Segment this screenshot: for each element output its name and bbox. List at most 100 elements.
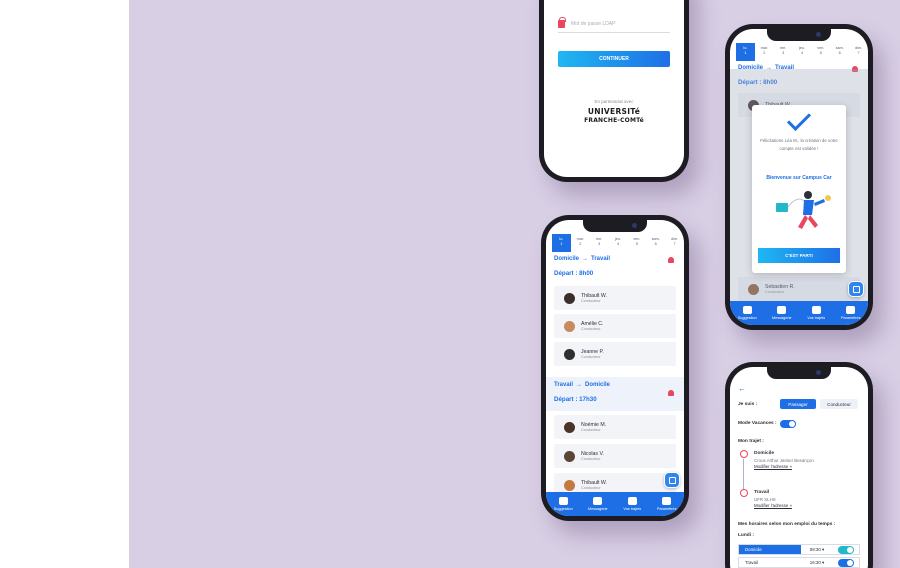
chat-icon xyxy=(593,497,603,505)
phone-preferences: ← Je suis : Passager Conducteur Mode Vac… xyxy=(725,362,873,568)
driver-row[interactable]: Jeanne P. Conducteur xyxy=(554,342,676,366)
day-number: 1 xyxy=(560,242,563,246)
stop2-address: UFR SLHS xyxy=(754,497,776,502)
driver-info: Amélie C. Conducteur xyxy=(581,321,604,332)
back-arrow-icon[interactable]: ← xyxy=(738,385,746,393)
driver-row[interactable]: Amélie C. Conducteur xyxy=(554,314,676,338)
route-to: Travail xyxy=(591,256,611,262)
avatar xyxy=(564,292,575,304)
edit-stop2-link[interactable]: Modifier l'adresse » xyxy=(754,503,792,508)
vacation-switch[interactable] xyxy=(780,420,796,428)
day-tab[interactable]: sam. 6 xyxy=(646,234,665,252)
day-tab[interactable]: dim. 7 xyxy=(849,43,868,61)
day-tab[interactable]: jeu. 4 xyxy=(793,43,812,61)
day-tab[interactable]: ven. 5 xyxy=(811,43,830,61)
driver-info: Thibault W. Conducteur xyxy=(581,480,607,491)
calendar-fab-icon[interactable] xyxy=(848,281,864,297)
checkmark-icon xyxy=(786,106,812,132)
continue-button[interactable]: CONTINUER xyxy=(558,51,670,67)
camera-dot xyxy=(816,32,821,37)
day-tab[interactable]: mar. 2 xyxy=(755,43,774,61)
driver-info: Nicolas V. Conducteur xyxy=(581,451,604,462)
day-tab[interactable]: dim. 7 xyxy=(665,234,684,252)
tab-label: Vos trajets xyxy=(623,507,642,511)
tab-road[interactable]: Suggestion xyxy=(730,301,765,325)
day-number: 6 xyxy=(838,51,841,55)
bottom-tab-bar: Suggestion Messagerie Vos trajets Paramètre… xyxy=(730,301,868,325)
stop2-title: Travail xyxy=(754,490,770,495)
password-field[interactable]: Mot de passe LDAP xyxy=(558,15,670,33)
day-tab[interactable]: jeu. 4 xyxy=(609,234,628,252)
driver-toggle[interactable]: Conducteur xyxy=(820,399,858,409)
driver-row[interactable]: Noémie M. Conducteur xyxy=(554,415,676,439)
university-logo: UNIVERSITé FRANCHE-COMTé xyxy=(544,107,684,125)
driver-name: Jeanne P. xyxy=(581,348,604,355)
notch xyxy=(583,220,647,232)
tab-label: Suggestion xyxy=(553,507,573,511)
driver-row[interactable]: Thibault W. Conducteur xyxy=(554,286,676,310)
gear-icon xyxy=(662,497,672,505)
switch-cell xyxy=(833,545,859,554)
driver-name: Thibault W. xyxy=(581,479,607,486)
tab-car[interactable]: Vos trajets xyxy=(799,301,834,325)
day-selector: lu. 1 mar. 2 me. 3 jeu. 4 ven. 5 sam. 6 dim. 7 xyxy=(730,43,868,61)
preferences-screen: ← Je suis : Passager Conducteur Mode Vac… xyxy=(730,367,868,568)
day-number: 7 xyxy=(673,242,676,246)
logo-line2: FRANCHE-COMTé xyxy=(584,117,644,124)
route-line xyxy=(743,459,744,489)
lock-icon xyxy=(558,16,566,28)
camera-dot xyxy=(632,223,637,228)
day-number: 4 xyxy=(800,51,804,55)
driver-role: Conducteur xyxy=(581,326,601,331)
day-tab[interactable]: sam. 6 xyxy=(830,43,849,61)
day-tab[interactable]: me. 3 xyxy=(590,234,609,252)
tab-car[interactable]: Vos trajets xyxy=(615,492,650,516)
switch-cell xyxy=(833,558,859,567)
schedule-switch[interactable] xyxy=(838,546,854,554)
tab-chat[interactable]: Messagerie xyxy=(765,301,800,325)
tab-gear[interactable]: Paramètres xyxy=(650,492,685,516)
monday-label: Lundi : xyxy=(738,533,754,538)
day-number: 2 xyxy=(763,51,766,55)
stop1-address: Crous Arthur Jamier Besançon xyxy=(754,458,814,463)
calendar-fab-icon[interactable] xyxy=(664,472,680,488)
gear-icon xyxy=(846,306,856,314)
car-icon xyxy=(627,497,637,505)
time-select[interactable]: 08:30 ▾ xyxy=(801,545,833,554)
day-number: 7 xyxy=(857,51,860,55)
logo-line1: UNIVERSITé xyxy=(587,107,641,116)
tab-label: Messagerie xyxy=(771,316,792,320)
runner-illustration-icon xyxy=(776,191,831,229)
departure-time: Départ : 8h00 xyxy=(554,270,594,277)
tab-road[interactable]: Suggestion xyxy=(546,492,581,516)
day-number: 6 xyxy=(654,242,657,246)
tab-gear[interactable]: Paramètres xyxy=(834,301,869,325)
passenger-toggle[interactable]: Passager xyxy=(780,399,816,409)
avatar xyxy=(564,479,575,491)
partner-text: En partenariat avec xyxy=(594,99,634,104)
schedule-row[interactable]: Domicile 08:30 ▾ xyxy=(738,544,860,555)
route-from: Travail xyxy=(554,382,574,388)
day-number: 4 xyxy=(616,242,620,246)
stop1-title: Domicile xyxy=(754,451,774,456)
backdrop: Mot de passe LDAP CONTINUER En partenari… xyxy=(129,0,900,568)
day-tab[interactable]: lu. 1 xyxy=(736,43,755,61)
day-tab[interactable]: ven. 5 xyxy=(627,234,646,252)
bell-icon[interactable] xyxy=(668,390,674,396)
time-select[interactable]: 16:30 ▾ xyxy=(801,558,833,567)
avatar xyxy=(564,421,575,433)
schedule-row[interactable]: Travail 16:30 ▾ xyxy=(738,557,860,568)
day-tab[interactable]: me. 3 xyxy=(774,43,793,61)
day-number: 2 xyxy=(579,242,582,246)
day-tab[interactable]: lu. 1 xyxy=(552,234,571,252)
edit-stop1-link[interactable]: Modifier l'adresse » xyxy=(754,464,792,469)
bell-icon[interactable] xyxy=(668,257,674,263)
notch xyxy=(767,29,831,41)
driver-row[interactable]: Nicolas V. Conducteur xyxy=(554,444,676,468)
tab-chat[interactable]: Messagerie xyxy=(581,492,616,516)
lets-go-button[interactable]: C'EST PARTI xyxy=(758,248,840,263)
schedule-switch[interactable] xyxy=(838,559,854,567)
camera-dot xyxy=(816,370,821,375)
arrow-right-icon: → xyxy=(582,256,589,262)
day-tab[interactable]: mar. 2 xyxy=(571,234,590,252)
